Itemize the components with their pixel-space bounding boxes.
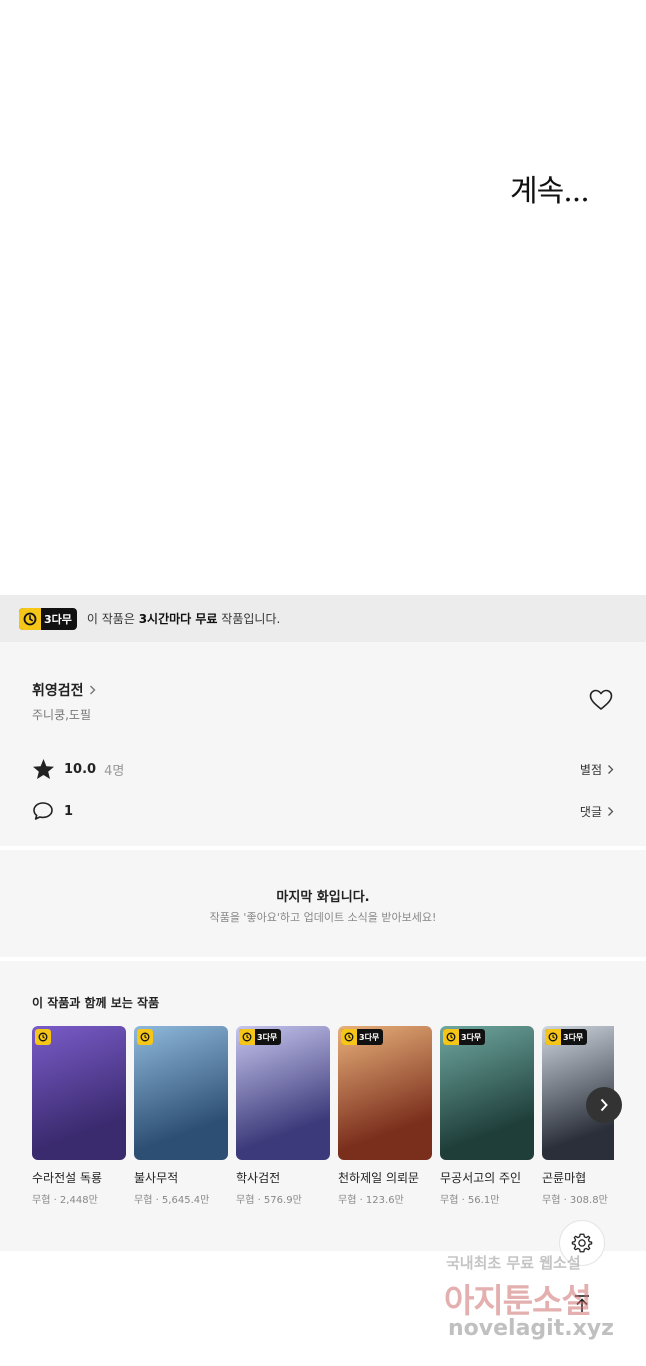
wait-free-badge: 3다무	[19, 607, 77, 630]
cover-image: 3다무	[440, 1026, 534, 1160]
rating-value: 10.0	[64, 761, 97, 777]
gear-icon	[571, 1233, 593, 1253]
series-info-panel: 휘영검전 주니쿵,도필 10.0 4명 별점 1 댓글	[0, 642, 646, 846]
badge-label: 3다무	[257, 1032, 278, 1042]
clock-icon	[341, 1029, 357, 1045]
comment-link-label: 댓글	[579, 804, 602, 819]
last-episode-notice: 마지막 화입니다. 작품을 '좋아요'하고 업데이트 소식을 받아보세요!	[0, 850, 646, 957]
chevron-right-icon	[600, 1098, 608, 1112]
cover-image: 3다무	[338, 1026, 432, 1160]
scroll-to-top-button[interactable]	[568, 1290, 596, 1318]
chevron-right-icon	[89, 685, 96, 695]
recommendation-card[interactable]: 수라전설 독룡무협 · 2,448만	[32, 1026, 126, 1206]
series-title-link[interactable]: 휘영검전	[32, 680, 97, 700]
clock-icon	[35, 1029, 51, 1045]
recommendation-title: 무공서고의 주인	[440, 1171, 522, 1185]
banner-text: 이 작품은 3시간마다 무료 작품입니다.	[86, 612, 281, 626]
recommendation-meta: 무협 · 2,448만	[32, 1195, 98, 1206]
recommendation-meta: 무협 · 576.9만	[236, 1195, 302, 1206]
settings-button[interactable]	[559, 1220, 605, 1266]
recommendation-card[interactable]: 불사무적무협 · 5,645.4만	[134, 1026, 228, 1206]
series-authors: 주니쿵,도필	[32, 708, 92, 722]
badge-label: 3다무	[44, 612, 72, 626]
comment-row: 1 댓글	[32, 799, 614, 823]
recommendation-title: 학사검전	[236, 1171, 281, 1185]
recommendation-card[interactable]: 3다무천하제일 의뢰문무협 · 123.6만	[338, 1026, 432, 1206]
recommendations-title: 이 작품과 함께 보는 작품	[32, 996, 160, 1010]
clock-icon	[137, 1029, 153, 1045]
badge-label: 3다무	[359, 1032, 380, 1042]
badge-label: 3다무	[461, 1032, 482, 1042]
recommendation-title: 불사무적	[134, 1171, 179, 1185]
heart-icon[interactable]	[589, 689, 613, 711]
wait-free-badge	[35, 1029, 51, 1045]
carousel-next-button[interactable]	[586, 1087, 622, 1123]
recommendation-card[interactable]: 3다무무공서고의 주인무협 · 56.1만	[440, 1026, 534, 1206]
recommendation-meta: 무협 · 56.1만	[440, 1195, 500, 1206]
watermark-line3: novelagit.xyz	[448, 1316, 614, 1341]
wait-free-badge: 3다무	[443, 1029, 486, 1045]
recommendations-carousel[interactable]: 수라전설 독룡 무협 · 2,448만 불사무적 무협 · 5,645.4만 3다무 학사…	[32, 1026, 614, 1216]
comment-count: 1	[64, 803, 74, 819]
chevron-right-icon	[608, 764, 614, 774]
recommendation-title: 천하제일 의뢰문	[338, 1171, 420, 1185]
recommendation-title: 곤륜마협	[542, 1171, 587, 1185]
recommendation-meta: 무협 · 5,645.4만	[134, 1195, 210, 1206]
site-watermark: 국내최초 무료 웹소설 아지툰소설 novelagit.xyz	[440, 1250, 640, 1350]
rating-row: 10.0 4명 별점	[32, 757, 614, 781]
recommendation-card[interactable]: 3다무학사검전무협 · 576.9만	[236, 1026, 330, 1206]
wait-free-badge: 3다무	[545, 1029, 588, 1045]
cover-image: 3다무	[236, 1026, 330, 1160]
free-every-3h-banner: 3다무 이 작품은 3시간마다 무료 작품입니다.	[0, 595, 646, 642]
arrow-up-icon	[575, 1295, 589, 1312]
clock-icon	[545, 1029, 561, 1045]
wait-free-badge: 3다무	[239, 1029, 282, 1045]
badge-label: 3다무	[563, 1032, 584, 1042]
speech-bubble-icon	[33, 802, 53, 820]
rating-link-label: 별점	[579, 762, 602, 777]
recommendation-title: 수라전설 독룡	[32, 1171, 103, 1185]
continued-text: 계속...	[510, 174, 590, 209]
rating-count: 4명	[104, 763, 125, 779]
watermark-line1: 국내최초 무료 웹소설	[446, 1254, 581, 1272]
star-icon	[32, 758, 55, 780]
recommendation-meta: 무협 · 123.6만	[338, 1195, 404, 1206]
recommendation-meta: 무협 · 308.8만	[542, 1195, 608, 1206]
cover-image	[32, 1026, 126, 1160]
chevron-right-icon	[608, 806, 614, 816]
last-episode-subtitle: 작품을 '좋아요'하고 업데이트 소식을 받아보세요!	[209, 911, 437, 924]
clock-icon	[239, 1029, 255, 1045]
wait-free-badge	[137, 1029, 153, 1045]
comment-link[interactable]: 댓글	[580, 803, 614, 820]
clock-icon	[443, 1029, 459, 1045]
last-episode-title: 마지막 화입니다.	[276, 890, 370, 905]
series-title: 휘영검전	[32, 683, 84, 699]
cover-image	[134, 1026, 228, 1160]
wait-free-badge: 3다무	[341, 1029, 384, 1045]
clock-icon	[19, 607, 41, 630]
recommendations-section: 이 작품과 함께 보는 작품 수라전설 독룡 무협 · 2,448만 불사무적 무협 …	[0, 961, 646, 1251]
comic-panel: 계속...	[0, 0, 646, 595]
rating-link[interactable]: 별점	[580, 761, 614, 778]
